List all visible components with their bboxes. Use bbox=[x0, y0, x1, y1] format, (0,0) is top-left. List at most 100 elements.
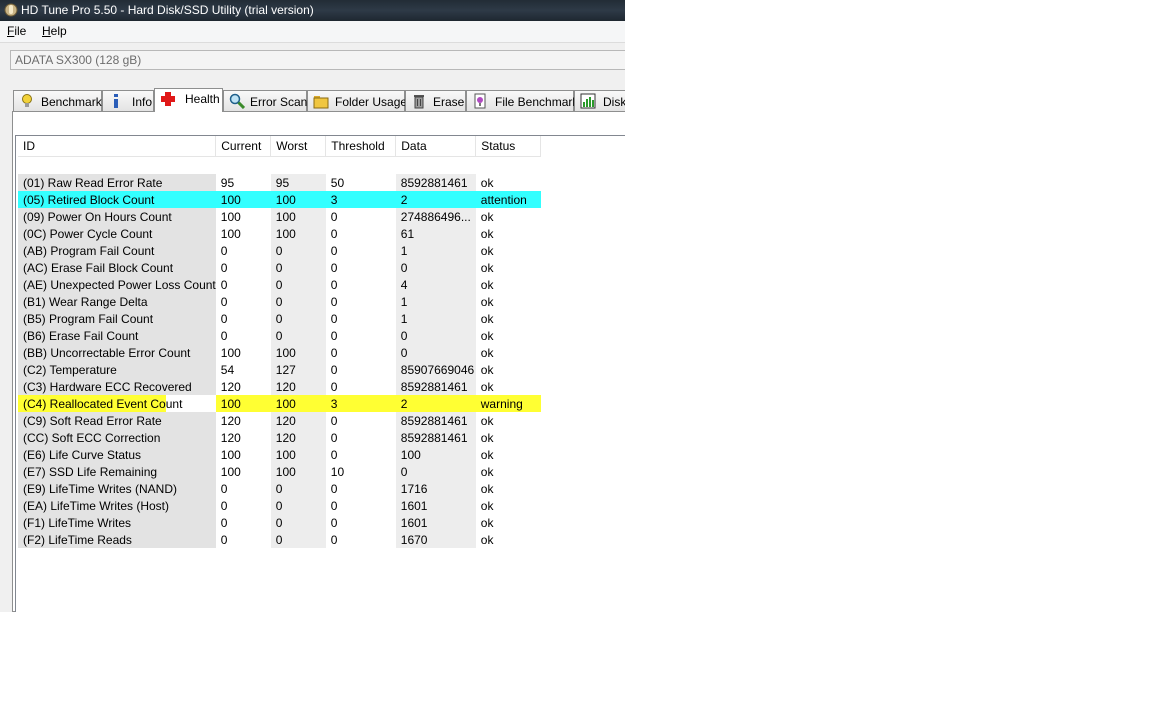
table-row[interactable]: (BB) Uncorrectable Error Count 100 100 0 0 ok bbox=[18, 344, 541, 361]
table-row[interactable]: (C4) Reallocated Event Count 100 100 3 2 warn… bbox=[18, 395, 541, 412]
raw-data-value: 2 bbox=[395, 395, 476, 412]
current-value: 100 bbox=[215, 191, 271, 208]
current-value: 100 bbox=[215, 463, 271, 480]
attribute-id: (0C) Power Cycle Count bbox=[18, 225, 216, 242]
threshold-value: 0 bbox=[325, 429, 396, 446]
tab-erase[interactable]: Erase bbox=[405, 90, 466, 111]
drive-select[interactable]: ADATA SX300 (128 gB) bbox=[10, 50, 625, 70]
attribute-id: (F2) LifeTime Reads bbox=[18, 531, 216, 548]
threshold-value: 0 bbox=[325, 412, 396, 429]
attribute-id: (B6) Erase Fail Count bbox=[18, 327, 216, 344]
table-row[interactable]: (C9) Soft Read Error Rate 120 120 0 85928814… bbox=[18, 412, 541, 429]
column-header-status[interactable]: Status bbox=[475, 136, 542, 157]
column-header-current[interactable]: Current bbox=[215, 136, 272, 157]
attribute-id: (B5) Program Fail Count bbox=[18, 310, 216, 327]
status-value: ok bbox=[475, 480, 541, 497]
tab-file-benchmark[interactable]: File Benchmark bbox=[466, 90, 578, 111]
status-value: ok bbox=[475, 174, 541, 191]
column-header-id[interactable]: ID bbox=[18, 136, 217, 157]
current-value: 0 bbox=[215, 293, 271, 310]
threshold-value: 0 bbox=[325, 378, 396, 395]
worst-value: 0 bbox=[270, 276, 326, 293]
tab-health[interactable]: Health bbox=[154, 88, 223, 112]
table-row[interactable]: (AB) Program Fail Count 0 0 0 1 ok bbox=[18, 242, 541, 259]
table-row[interactable]: (B1) Wear Range Delta 0 0 0 1 ok bbox=[18, 293, 541, 310]
tab-error-scan[interactable]: Error Scan bbox=[223, 90, 307, 111]
worst-value: 100 bbox=[270, 446, 326, 463]
window-title: HD Tune Pro 5.50 - Hard Disk/SSD Utility… bbox=[21, 3, 314, 17]
current-value: 100 bbox=[215, 344, 271, 361]
threshold-value: 0 bbox=[325, 276, 396, 293]
current-value: 100 bbox=[215, 395, 271, 412]
table-row[interactable]: (AE) Unexpected Power Loss Count 0 0 0 4 ok bbox=[18, 276, 541, 293]
table-row[interactable]: (B6) Erase Fail Count 0 0 0 0 ok bbox=[18, 327, 541, 344]
table-row[interactable]: (E7) SSD Life Remaining 100 100 10 0 ok bbox=[18, 463, 541, 480]
status-value: ok bbox=[475, 463, 541, 480]
file-benchmark-icon bbox=[474, 93, 486, 109]
threshold-value: 0 bbox=[325, 242, 396, 259]
table-row[interactable]: (AC) Erase Fail Block Count 0 0 0 0 ok bbox=[18, 259, 541, 276]
current-value: 120 bbox=[215, 429, 271, 446]
table-row[interactable]: (EA) LifeTime Writes (Host) 0 0 0 1601 ok bbox=[18, 497, 541, 514]
tab-info-label: Info bbox=[132, 95, 153, 109]
menu-help[interactable]: Help bbox=[42, 24, 67, 38]
menu-file[interactable]: File bbox=[7, 24, 26, 38]
threshold-value: 0 bbox=[325, 208, 396, 225]
trash-icon bbox=[414, 95, 424, 109]
threshold-value: 3 bbox=[325, 395, 396, 412]
column-header-data[interactable]: Data bbox=[395, 136, 477, 157]
status-value: ok bbox=[475, 429, 541, 446]
current-value: 54 bbox=[215, 361, 271, 378]
table-row[interactable]: (C3) Hardware ECC Recovered 120 120 0 859288… bbox=[18, 378, 541, 395]
status-value: ok bbox=[475, 514, 541, 531]
tab-benchmark[interactable]: Benchmark bbox=[13, 90, 102, 111]
raw-data-value: 1716 bbox=[395, 480, 476, 497]
raw-data-value: 0 bbox=[395, 344, 476, 361]
current-value: 0 bbox=[215, 531, 271, 548]
table-row[interactable]: (05) Retired Block Count 100 100 3 2 attentio… bbox=[18, 191, 541, 208]
magnifier-icon bbox=[229, 93, 245, 109]
column-header-worst[interactable]: Worst bbox=[270, 136, 327, 157]
table-body: (01) Raw Read Error Rate 95 95 50 8592881461… bbox=[18, 156, 541, 548]
tab-health-label: Health bbox=[185, 92, 220, 106]
lightbulb-icon bbox=[22, 94, 32, 107]
table-row[interactable]: (F2) LifeTime Reads 0 0 0 1670 ok bbox=[18, 531, 541, 548]
current-value: 0 bbox=[215, 310, 271, 327]
smart-attributes-table: ID Current Worst Threshold Data Status (… bbox=[18, 136, 542, 548]
worst-value: 127 bbox=[270, 361, 326, 378]
worst-value: 0 bbox=[270, 327, 326, 344]
tab-error-scan-label: Error Scan bbox=[250, 95, 308, 109]
current-value: 0 bbox=[215, 497, 271, 514]
table-row[interactable]: (E9) LifeTime Writes (NAND) 0 0 0 1716 ok bbox=[18, 480, 541, 497]
table-row[interactable]: (E6) Life Curve Status 100 100 0 100 ok bbox=[18, 446, 541, 463]
table-row[interactable]: (F1) LifeTime Writes 0 0 0 1601 ok bbox=[18, 514, 541, 531]
status-value: ok bbox=[475, 225, 541, 242]
worst-value: 100 bbox=[270, 463, 326, 480]
worst-value: 0 bbox=[270, 531, 326, 548]
threshold-value: 0 bbox=[325, 327, 396, 344]
attribute-id: (C2) Temperature bbox=[18, 361, 216, 378]
table-row[interactable]: (C2) Temperature 54 127 0 85907669046 ok bbox=[18, 361, 541, 378]
raw-data-value: 8592881461 bbox=[395, 429, 476, 446]
threshold-value: 10 bbox=[325, 463, 396, 480]
current-value: 0 bbox=[215, 480, 271, 497]
hd-tune-app-icon bbox=[4, 3, 18, 17]
tab-info[interactable]: Info bbox=[102, 90, 154, 111]
threshold-value: 3 bbox=[325, 191, 396, 208]
worst-value: 0 bbox=[270, 293, 326, 310]
raw-data-value: 61 bbox=[395, 225, 476, 242]
table-row[interactable]: (B5) Program Fail Count 0 0 0 1 ok bbox=[18, 310, 541, 327]
title-bar[interactable]: HD Tune Pro 5.50 - Hard Disk/SSD Utility… bbox=[0, 0, 625, 21]
status-value: ok bbox=[475, 412, 541, 429]
tab-folder-usage[interactable]: Folder Usage bbox=[307, 90, 407, 111]
table-row[interactable]: (0C) Power Cycle Count 100 100 0 61 ok bbox=[18, 225, 541, 242]
table-row[interactable]: (01) Raw Read Error Rate 95 95 50 8592881461… bbox=[18, 174, 541, 191]
tab-disk[interactable]: Disk bbox=[574, 90, 625, 111]
attribute-id: (AC) Erase Fail Block Count bbox=[18, 259, 216, 276]
attribute-id: (E9) LifeTime Writes (NAND) bbox=[18, 480, 216, 497]
table-row[interactable]: (09) Power On Hours Count 100 100 0 27488649… bbox=[18, 208, 541, 225]
table-header: ID Current Worst Threshold Data Status bbox=[18, 136, 542, 157]
attribute-id: (E6) Life Curve Status bbox=[18, 446, 216, 463]
column-header-threshold[interactable]: Threshold bbox=[325, 136, 397, 157]
table-row[interactable]: (CC) Soft ECC Correction 120 120 0 859288146… bbox=[18, 429, 541, 446]
